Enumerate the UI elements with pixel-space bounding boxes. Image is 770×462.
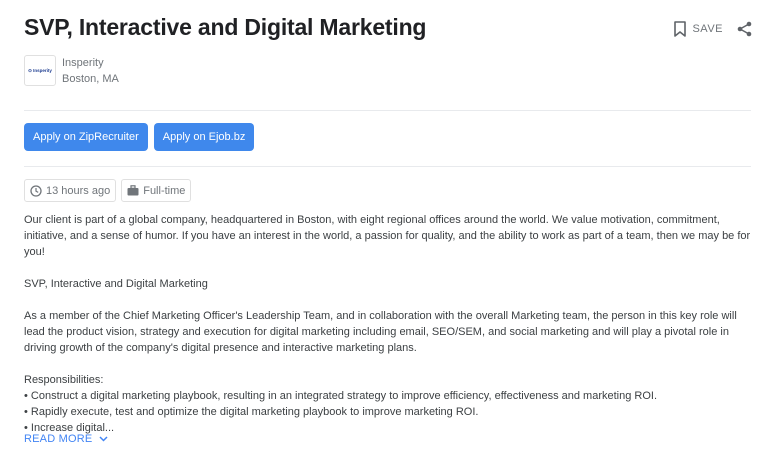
bookmark-icon (674, 21, 687, 37)
read-more-label: READ MORE (24, 433, 93, 445)
responsibility-item: • Construct a digital marketing playbook… (24, 390, 658, 402)
read-more-button[interactable]: READ MORE (24, 433, 108, 445)
description-heading: SVP, Interactive and Digital Marketing (24, 278, 208, 290)
responsibilities-heading: Responsibilities: (24, 374, 104, 386)
save-label: SAVE (692, 23, 723, 35)
job-title: SVP, Interactive and Digital Marketing (24, 14, 427, 40)
employment-type-chip: Full-time (121, 179, 192, 202)
apply-buttons: Apply on ZipRecruiter Apply on Ejob.bz (24, 123, 255, 151)
share-button[interactable] (737, 21, 752, 37)
job-location: Boston, MA (62, 73, 119, 85)
share-icon (737, 21, 752, 37)
job-description: Our client is part of a global company, … (24, 212, 754, 436)
responsibility-item: • Increase digital... (24, 422, 115, 434)
description-intro: Our client is part of a global company, … (24, 214, 751, 258)
posted-time: 13 hours ago (46, 184, 111, 197)
clock-icon (30, 184, 42, 197)
job-chips: 13 hours ago Full-time (24, 179, 192, 202)
briefcase-icon (127, 185, 139, 196)
posted-chip: 13 hours ago (24, 179, 117, 202)
description-summary: As a member of the Chief Marketing Offic… (24, 310, 737, 354)
save-button[interactable]: SAVE (674, 21, 723, 37)
company-info: Insperity Boston, MA (62, 55, 119, 87)
logo-text: ⊙ Insperity (28, 67, 52, 73)
divider (24, 110, 751, 111)
divider (24, 166, 751, 167)
apply-ziprecruiter-button[interactable]: Apply on ZipRecruiter (24, 123, 148, 151)
chevron-down-icon (99, 436, 108, 442)
apply-ejob-button[interactable]: Apply on Ejob.bz (153, 123, 255, 151)
company-name: Insperity (62, 57, 104, 69)
company-logo: ⊙ Insperity (24, 55, 56, 86)
job-actions: SAVE (674, 21, 752, 37)
employment-type: Full-time (143, 184, 186, 197)
responsibility-item: • Rapidly execute, test and optimize the… (24, 406, 479, 418)
